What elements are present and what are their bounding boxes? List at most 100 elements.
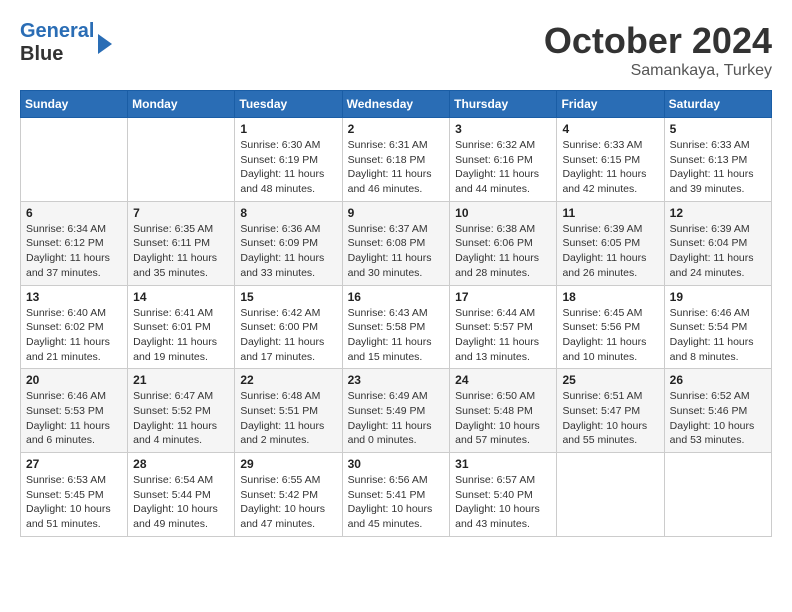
cell-day-number: 14 bbox=[133, 290, 229, 304]
cell-info-text: Sunrise: 6:44 AM Sunset: 5:57 PM Dayligh… bbox=[455, 306, 551, 365]
cell-day-number: 16 bbox=[348, 290, 445, 304]
cell-day-number: 12 bbox=[670, 206, 766, 220]
cell-day-number: 1 bbox=[240, 122, 336, 136]
calendar-table: SundayMondayTuesdayWednesdayThursdayFrid… bbox=[20, 90, 772, 537]
calendar-cell: 1 Sunrise: 6:30 AM Sunset: 6:19 PM Daylig… bbox=[235, 118, 342, 202]
cell-day-number: 26 bbox=[670, 373, 766, 387]
title-block: October 2024 Samankaya, Turkey bbox=[544, 20, 772, 80]
cell-day-number: 22 bbox=[240, 373, 336, 387]
calendar-day-header: Saturday bbox=[664, 91, 771, 118]
logo-arrow-icon bbox=[98, 34, 112, 54]
cell-info-text: Sunrise: 6:52 AM Sunset: 5:46 PM Dayligh… bbox=[670, 389, 766, 448]
calendar-cell bbox=[21, 118, 128, 202]
cell-info-text: Sunrise: 6:46 AM Sunset: 5:54 PM Dayligh… bbox=[670, 306, 766, 365]
calendar-day-header: Tuesday bbox=[235, 91, 342, 118]
calendar-cell: 21Sunrise: 6:47 AM Sunset: 5:52 PM Dayli… bbox=[128, 369, 235, 453]
cell-info-text: Sunrise: 6:56 AM Sunset: 5:41 PM Dayligh… bbox=[348, 473, 445, 532]
cell-info-text: Sunrise: 6:39 AM Sunset: 6:05 PM Dayligh… bbox=[562, 222, 658, 281]
calendar-cell: 24Sunrise: 6:50 AM Sunset: 5:48 PM Dayli… bbox=[450, 369, 557, 453]
calendar-cell bbox=[128, 118, 235, 202]
cell-day-number: 31 bbox=[455, 457, 551, 471]
calendar-cell: 15 Sunrise: 6:42 AM Sunset: 6:00 PM Dayli… bbox=[235, 285, 342, 369]
calendar-cell: 26 Sunrise: 6:52 AM Sunset: 5:46 PM Dayli… bbox=[664, 369, 771, 453]
calendar-week-row: 6 Sunrise: 6:34 AM Sunset: 6:12 PM Daylig… bbox=[21, 201, 772, 285]
cell-day-number: 10 bbox=[455, 206, 551, 220]
cell-info-text: Sunrise: 6:33 AM Sunset: 6:15 PM Dayligh… bbox=[562, 138, 658, 197]
calendar-cell bbox=[664, 453, 771, 537]
calendar-cell: 18 Sunrise: 6:45 AM Sunset: 5:56 PM Dayli… bbox=[557, 285, 664, 369]
calendar-cell: 3 Sunrise: 6:32 AM Sunset: 6:16 PM Daylig… bbox=[450, 118, 557, 202]
cell-info-text: Sunrise: 6:33 AM Sunset: 6:13 PM Dayligh… bbox=[670, 138, 766, 197]
cell-info-text: Sunrise: 6:42 AM Sunset: 6:00 PM Dayligh… bbox=[240, 306, 336, 365]
cell-info-text: Sunrise: 6:39 AM Sunset: 6:04 PM Dayligh… bbox=[670, 222, 766, 281]
calendar-week-row: 1 Sunrise: 6:30 AM Sunset: 6:19 PM Daylig… bbox=[21, 118, 772, 202]
calendar-cell: 22Sunrise: 6:48 AM Sunset: 5:51 PM Dayli… bbox=[235, 369, 342, 453]
cell-day-number: 8 bbox=[240, 206, 336, 220]
calendar-week-row: 13 Sunrise: 6:40 AM Sunset: 6:02 PM Dayli… bbox=[21, 285, 772, 369]
calendar-cell: 12 Sunrise: 6:39 AM Sunset: 6:04 PM Dayli… bbox=[664, 201, 771, 285]
cell-day-number: 19 bbox=[670, 290, 766, 304]
cell-info-text: Sunrise: 6:51 AM Sunset: 5:47 PM Dayligh… bbox=[562, 389, 658, 448]
cell-day-number: 28 bbox=[133, 457, 229, 471]
logo-line2: Blue bbox=[20, 43, 94, 66]
cell-day-number: 4 bbox=[562, 122, 658, 136]
cell-info-text: Sunrise: 6:49 AM Sunset: 5:49 PM Dayligh… bbox=[348, 389, 445, 448]
calendar-cell: 29 Sunrise: 6:55 AM Sunset: 5:42 PM Dayli… bbox=[235, 453, 342, 537]
calendar-week-row: 20 Sunrise: 6:46 AM Sunset: 5:53 PM Dayli… bbox=[21, 369, 772, 453]
cell-day-number: 17 bbox=[455, 290, 551, 304]
calendar-cell: 31 Sunrise: 6:57 AM Sunset: 5:40 PM Dayli… bbox=[450, 453, 557, 537]
cell-info-text: Sunrise: 6:47 AM Sunset: 5:52 PM Dayligh… bbox=[133, 389, 229, 448]
cell-day-number: 27 bbox=[26, 457, 122, 471]
cell-day-number: 11 bbox=[562, 206, 658, 220]
calendar-cell: 14 Sunrise: 6:41 AM Sunset: 6:01 PM Dayli… bbox=[128, 285, 235, 369]
logo: General Blue bbox=[20, 20, 112, 66]
calendar-cell: 16 Sunrise: 6:43 AM Sunset: 5:58 PM Dayli… bbox=[342, 285, 450, 369]
calendar-cell: 7 Sunrise: 6:35 AM Sunset: 6:11 PM Daylig… bbox=[128, 201, 235, 285]
calendar-cell: 30 Sunrise: 6:56 AM Sunset: 5:41 PM Dayli… bbox=[342, 453, 450, 537]
cell-day-number: 20 bbox=[26, 373, 122, 387]
cell-day-number: 24 bbox=[455, 373, 551, 387]
cell-day-number: 30 bbox=[348, 457, 445, 471]
location-subtitle: Samankaya, Turkey bbox=[544, 62, 772, 80]
calendar-cell: 5Sunrise: 6:33 AM Sunset: 6:13 PM Daylig… bbox=[664, 118, 771, 202]
calendar-cell: 8 Sunrise: 6:36 AM Sunset: 6:09 PM Daylig… bbox=[235, 201, 342, 285]
calendar-day-header: Monday bbox=[128, 91, 235, 118]
month-title: October 2024 bbox=[544, 20, 772, 62]
cell-info-text: Sunrise: 6:45 AM Sunset: 5:56 PM Dayligh… bbox=[562, 306, 658, 365]
cell-day-number: 6 bbox=[26, 206, 122, 220]
calendar-cell: 23 Sunrise: 6:49 AM Sunset: 5:49 PM Dayli… bbox=[342, 369, 450, 453]
cell-day-number: 13 bbox=[26, 290, 122, 304]
cell-day-number: 7 bbox=[133, 206, 229, 220]
calendar-cell: 10 Sunrise: 6:38 AM Sunset: 6:06 PM Dayli… bbox=[450, 201, 557, 285]
cell-day-number: 29 bbox=[240, 457, 336, 471]
cell-day-number: 23 bbox=[348, 373, 445, 387]
cell-info-text: Sunrise: 6:36 AM Sunset: 6:09 PM Dayligh… bbox=[240, 222, 336, 281]
cell-day-number: 18 bbox=[562, 290, 658, 304]
cell-info-text: Sunrise: 6:55 AM Sunset: 5:42 PM Dayligh… bbox=[240, 473, 336, 532]
calendar-cell: 27 Sunrise: 6:53 AM Sunset: 5:45 PM Dayli… bbox=[21, 453, 128, 537]
cell-info-text: Sunrise: 6:31 AM Sunset: 6:18 PM Dayligh… bbox=[348, 138, 445, 197]
cell-info-text: Sunrise: 6:41 AM Sunset: 6:01 PM Dayligh… bbox=[133, 306, 229, 365]
cell-info-text: Sunrise: 6:43 AM Sunset: 5:58 PM Dayligh… bbox=[348, 306, 445, 365]
cell-info-text: Sunrise: 6:57 AM Sunset: 5:40 PM Dayligh… bbox=[455, 473, 551, 532]
cell-info-text: Sunrise: 6:35 AM Sunset: 6:11 PM Dayligh… bbox=[133, 222, 229, 281]
cell-day-number: 2 bbox=[348, 122, 445, 136]
cell-info-text: Sunrise: 6:46 AM Sunset: 5:53 PM Dayligh… bbox=[26, 389, 122, 448]
cell-info-text: Sunrise: 6:34 AM Sunset: 6:12 PM Dayligh… bbox=[26, 222, 122, 281]
cell-day-number: 15 bbox=[240, 290, 336, 304]
logo-line1: General bbox=[20, 20, 94, 42]
calendar-cell bbox=[557, 453, 664, 537]
cell-day-number: 25 bbox=[562, 373, 658, 387]
cell-info-text: Sunrise: 6:54 AM Sunset: 5:44 PM Dayligh… bbox=[133, 473, 229, 532]
cell-info-text: Sunrise: 6:38 AM Sunset: 6:06 PM Dayligh… bbox=[455, 222, 551, 281]
calendar-cell: 6 Sunrise: 6:34 AM Sunset: 6:12 PM Daylig… bbox=[21, 201, 128, 285]
calendar-day-header: Wednesday bbox=[342, 91, 450, 118]
cell-info-text: Sunrise: 6:53 AM Sunset: 5:45 PM Dayligh… bbox=[26, 473, 122, 532]
cell-info-text: Sunrise: 6:30 AM Sunset: 6:19 PM Dayligh… bbox=[240, 138, 336, 197]
cell-info-text: Sunrise: 6:40 AM Sunset: 6:02 PM Dayligh… bbox=[26, 306, 122, 365]
cell-info-text: Sunrise: 6:32 AM Sunset: 6:16 PM Dayligh… bbox=[455, 138, 551, 197]
calendar-cell: 11 Sunrise: 6:39 AM Sunset: 6:05 PM Dayli… bbox=[557, 201, 664, 285]
calendar-day-header: Thursday bbox=[450, 91, 557, 118]
calendar-cell: 13 Sunrise: 6:40 AM Sunset: 6:02 PM Dayli… bbox=[21, 285, 128, 369]
cell-day-number: 3 bbox=[455, 122, 551, 136]
